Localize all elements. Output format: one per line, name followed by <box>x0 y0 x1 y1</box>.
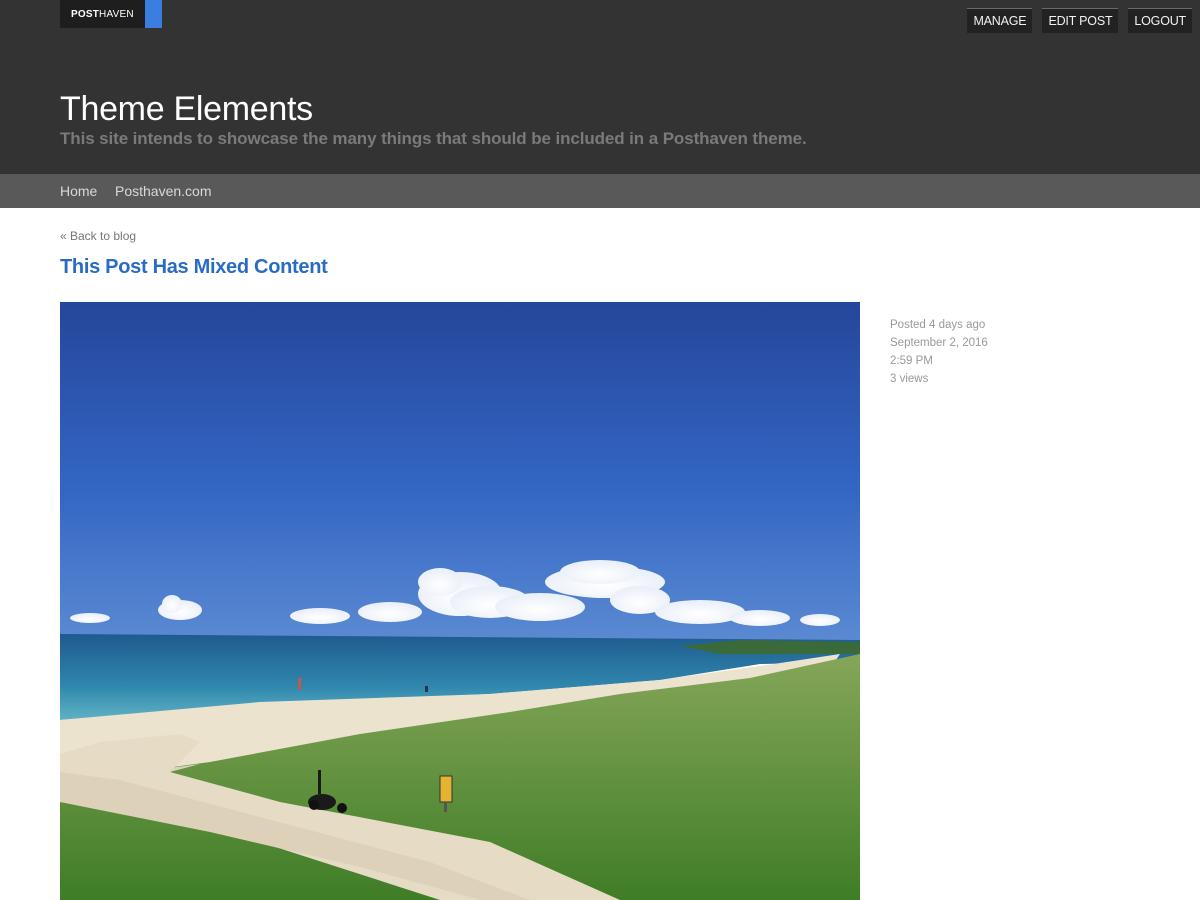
post-title[interactable]: This Post Has Mixed Content <box>60 254 328 280</box>
admin-toolbar: MANAGE EDIT POST LOGOUT <box>967 8 1192 33</box>
site-description: This site intends to showcase the many t… <box>60 129 807 148</box>
brand-light: HAVEN <box>99 8 134 20</box>
person-figure <box>298 678 301 690</box>
manage-button[interactable]: MANAGE <box>967 8 1033 33</box>
post-posted: Posted 4 days ago <box>890 319 986 331</box>
posthaven-logo-text: POST HAVEN <box>60 0 145 28</box>
post-photo[interactable] <box>60 302 860 900</box>
edit-post-button[interactable]: EDIT POST <box>1042 8 1119 33</box>
brand-bold: POST <box>71 8 100 20</box>
post-date: September 2, 2016 <box>890 337 988 349</box>
site-nav: Home Posthaven.com <box>0 174 1200 208</box>
site-header: POST HAVEN MANAGE EDIT POST LOGOUT Theme … <box>0 0 1200 174</box>
brand-accent-bar <box>144 0 162 28</box>
post-time: 2:59 PM <box>890 355 933 367</box>
site-title[interactable]: Theme Elements <box>60 89 313 129</box>
logout-button[interactable]: LOGOUT <box>1128 8 1192 33</box>
nav-item-home[interactable]: Home <box>60 174 97 208</box>
person-figure <box>425 686 428 692</box>
nav-item-posthaven[interactable]: Posthaven.com <box>115 174 212 208</box>
post-views: 3 views <box>890 373 929 385</box>
posthaven-logo[interactable]: POST HAVEN <box>60 0 162 28</box>
post-meta: Posted 4 days ago September 2, 2016 2:59… <box>890 316 988 388</box>
back-to-blog-link[interactable]: « Back to blog <box>60 229 136 243</box>
